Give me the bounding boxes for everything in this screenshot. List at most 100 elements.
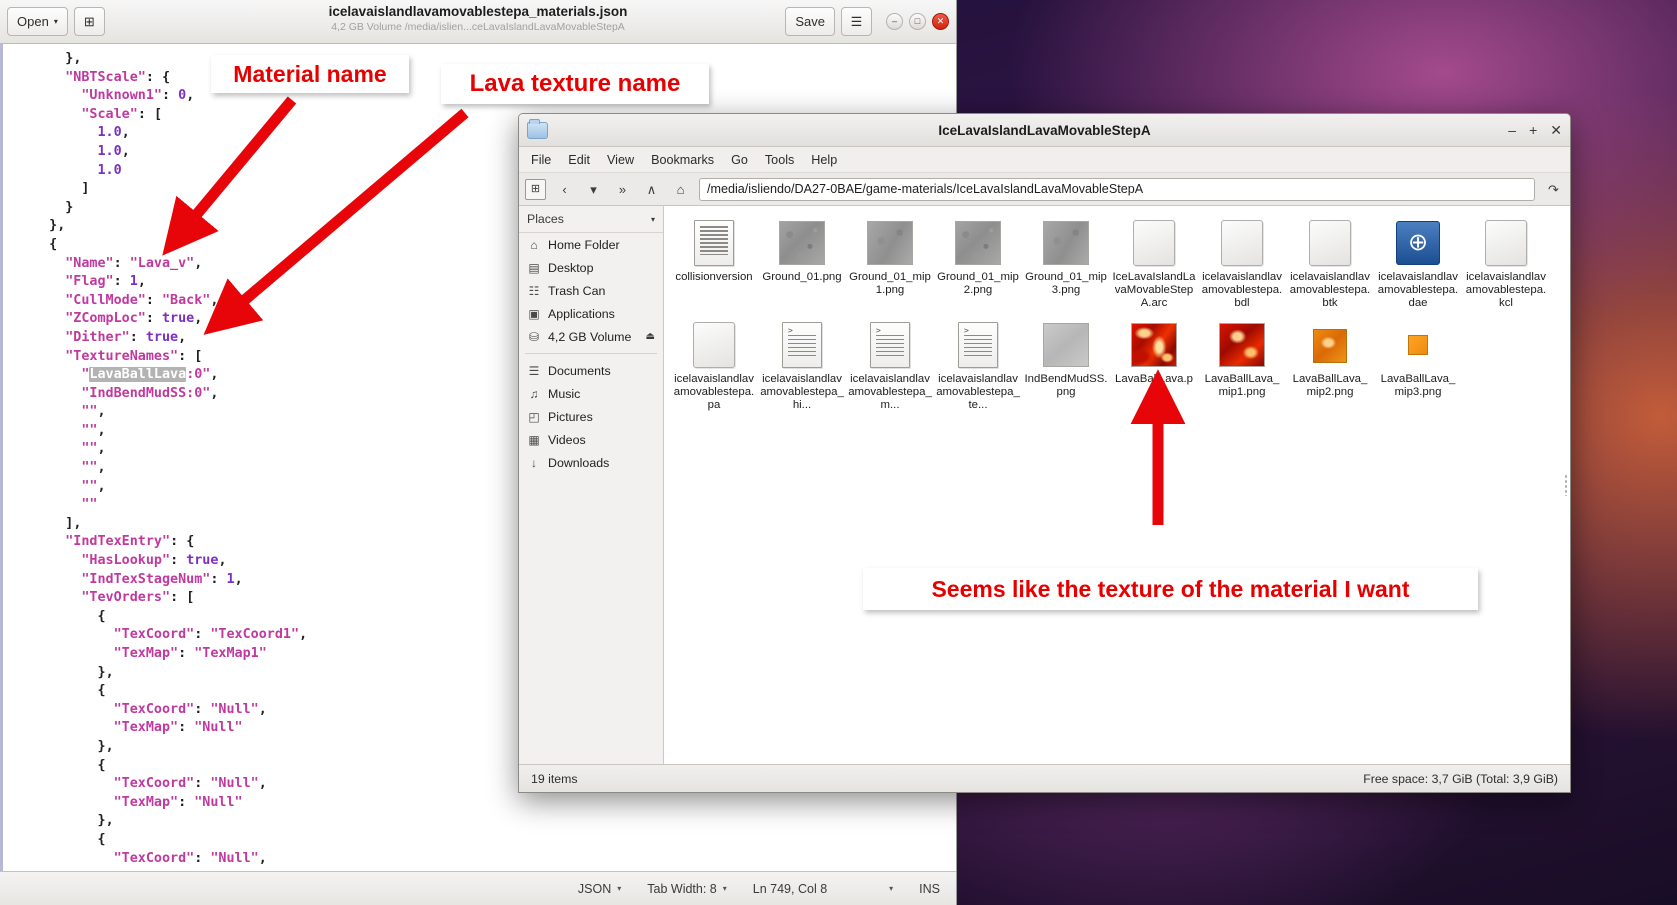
annotation-seems-like: Seems like the texture of the material I… <box>863 568 1478 610</box>
sidebar-item-videos[interactable]: ▦ Videos <box>519 428 663 451</box>
places-header[interactable]: Places ▾ <box>519 206 663 233</box>
file-grid-container[interactable]: collisionversion Ground_01.png Ground_01_m… <box>664 206 1570 764</box>
file-name-label: icelavaislandlavamovablestepa.dae <box>1377 271 1459 310</box>
file-item[interactable]: IceLavaIslandLavaMovableStepA.arc <box>1110 215 1198 317</box>
maximize-button[interactable]: □ <box>909 13 926 30</box>
minimize-button[interactable]: – <box>886 13 903 30</box>
sidebar-item-downloads[interactable]: ↓ Downloads <box>519 451 663 474</box>
file-thumbnail <box>778 321 826 369</box>
file-manager-window: IceLavaIslandLavaMovableStepA – + ✕ File… <box>518 113 1571 793</box>
minimize-icon[interactable]: – <box>1508 123 1516 137</box>
file-item[interactable]: icelavaislandlavamovablestepa_hi... <box>758 317 846 419</box>
language-label: JSON <box>577 881 612 896</box>
document-icon <box>694 220 734 266</box>
file-item[interactable]: Ground_01.png <box>758 215 846 317</box>
sidebar-item-label: Videos <box>548 432 586 447</box>
file-item[interactable]: LavaBallLava_mip2.png <box>1286 317 1374 419</box>
cursor-position-label: Ln 749, Col 8 <box>752 881 828 896</box>
file-item[interactable]: LavaBallLava.png <box>1110 317 1198 419</box>
close-icon[interactable]: ✕ <box>1550 123 1562 137</box>
home-icon[interactable]: ⌂ <box>670 179 691 200</box>
sidebar-item-label: Music <box>548 386 581 401</box>
menu-item-file[interactable]: File <box>531 153 551 167</box>
lava-texture-thumbnail <box>1313 328 1347 363</box>
resize-grip[interactable] <box>1564 474 1568 496</box>
path-text: /media/isliendo/DA27-0BAE/game-materials… <box>707 182 1144 196</box>
hamburger-menu-button[interactable]: ☰ <box>841 7 872 36</box>
sidebar-item-music[interactable]: ♫ Music <box>519 382 663 405</box>
sidebar-item-applications[interactable]: ▣ Applications <box>519 302 663 325</box>
free-space-label: Free space: 3,7 GiB (Total: 3,9 GiB) <box>1363 771 1558 786</box>
back-icon[interactable]: ‹ <box>554 179 575 200</box>
chevron-down-icon[interactable]: ▾ <box>583 179 604 200</box>
places-list-primary: ⌂ Home Folder ▤ Desktop ☷ Trash Can ▣ Applicati… <box>519 233 663 348</box>
path-input[interactable]: /media/isliendo/DA27-0BAE/game-materials… <box>699 177 1535 201</box>
maximize-icon[interactable]: + <box>1529 123 1537 137</box>
generic-file-icon <box>1133 220 1175 266</box>
places-header-label: Places <box>527 212 564 226</box>
file-manager-title: IceLavaIslandLavaMovableStepA <box>938 122 1151 138</box>
lava-texture-thumbnail <box>1219 322 1265 367</box>
place-icon: ☰ <box>528 363 540 378</box>
file-manager-statusbar: 19 items Free space: 3,7 GiB (Total: 3,9… <box>519 764 1570 792</box>
file-name-label: Ground_01_mip3.png <box>1025 271 1107 297</box>
menu-item-bookmarks[interactable]: Bookmarks <box>651 153 714 167</box>
tab-width-selector[interactable]: Tab Width: 8 ▾ <box>647 882 727 896</box>
sidebar-item-home-folder[interactable]: ⌂ Home Folder <box>519 233 663 256</box>
file-name-label: icelavaislandlavamovablestepa_te... <box>936 372 1020 412</box>
insert-mode-indicator: INS <box>919 882 940 896</box>
generic-file-icon <box>1485 220 1527 266</box>
file-name-label: LavaBallLava_mip3.png <box>1380 372 1456 398</box>
menu-item-view[interactable]: View <box>607 153 634 167</box>
sidebar-item-pictures[interactable]: ◰ Pictures <box>519 405 663 428</box>
file-item[interactable]: Ground_01_mip2.png <box>934 215 1022 317</box>
image-thumbnail <box>867 221 913 265</box>
globe-icon: ⊕ <box>1396 221 1440 265</box>
folder-icon <box>527 118 548 139</box>
menu-item-edit[interactable]: Edit <box>568 153 590 167</box>
forward-icon[interactable]: » <box>612 179 633 200</box>
menu-item-tools[interactable]: Tools <box>765 153 794 167</box>
file-item[interactable]: Ground_01_mip1.png <box>846 215 934 317</box>
minimize-icon: – <box>891 16 897 26</box>
script-document-icon <box>782 321 822 368</box>
sidebar-item-trash-can[interactable]: ☷ Trash Can <box>519 279 663 302</box>
annotation-seems-like-text: Seems like the texture of the material I… <box>931 575 1410 602</box>
new-tab-button[interactable]: ⊞ <box>73 7 105 36</box>
sidebar-item-4-2-gb-volume[interactable]: ⛁ 4,2 GB Volume ⏏ <box>519 325 663 348</box>
file-thumbnail <box>954 219 1002 267</box>
file-item[interactable]: Ground_01_mip3.png <box>1022 215 1110 317</box>
place-icon: ⛁ <box>528 329 540 344</box>
file-item[interactable]: ⊕ icelavaislandlavamovablestepa.dae <box>1374 215 1462 317</box>
file-name-label: icelavaislandlavamovablestepa.bdl <box>1201 271 1283 310</box>
file-item[interactable]: icelavaislandlavamovablestepa_m... <box>846 317 934 419</box>
refresh-icon[interactable]: ↷ <box>1543 179 1564 200</box>
file-item[interactable]: icelavaislandlavamovablestepa.pa <box>670 317 758 419</box>
save-button[interactable]: Save <box>785 7 835 36</box>
file-name-label: collisionversion <box>675 271 753 283</box>
file-item[interactable]: collisionversion <box>670 215 758 317</box>
file-item[interactable]: icelavaislandlavamovablestepa.kcl <box>1462 215 1550 317</box>
sidebar-item-documents[interactable]: ☰ Documents <box>519 359 663 382</box>
new-tab-icon[interactable]: ⊞ <box>525 178 546 200</box>
file-thumbnail <box>1042 321 1090 369</box>
maximize-icon: □ <box>914 16 921 26</box>
file-item[interactable]: LavaBallLava_mip1.png <box>1198 317 1286 419</box>
sidebar-item-desktop[interactable]: ▤ Desktop <box>519 256 663 279</box>
file-item[interactable]: icelavaislandlavamovablestepa_te... <box>934 317 1022 419</box>
file-item[interactable]: icelavaislandlavamovablestepa.btk <box>1286 215 1374 317</box>
up-icon[interactable]: ∧ <box>641 179 662 200</box>
close-button[interactable]: ✕ <box>932 13 949 30</box>
file-item[interactable]: LavaBallLava_mip3.png <box>1374 317 1462 419</box>
file-item[interactable]: icelavaislandlavamovablestepa.bdl <box>1198 215 1286 317</box>
annotation-material-name-text: Material name <box>233 60 387 87</box>
language-selector[interactable]: JSON ▾ <box>578 882 621 896</box>
menu-item-help[interactable]: Help <box>811 153 837 167</box>
place-icon: ↓ <box>531 455 537 470</box>
open-button[interactable]: Open ▾ <box>7 7 68 36</box>
eject-icon[interactable]: ⏏ <box>646 331 655 342</box>
cursor-position[interactable]: Ln 749, Col 8 ▾ <box>753 882 893 896</box>
annotation-texture-name-text: Lava texture name <box>469 70 681 97</box>
file-item[interactable]: IndBendMudSS.png <box>1022 317 1110 419</box>
menu-item-go[interactable]: Go <box>731 153 748 167</box>
